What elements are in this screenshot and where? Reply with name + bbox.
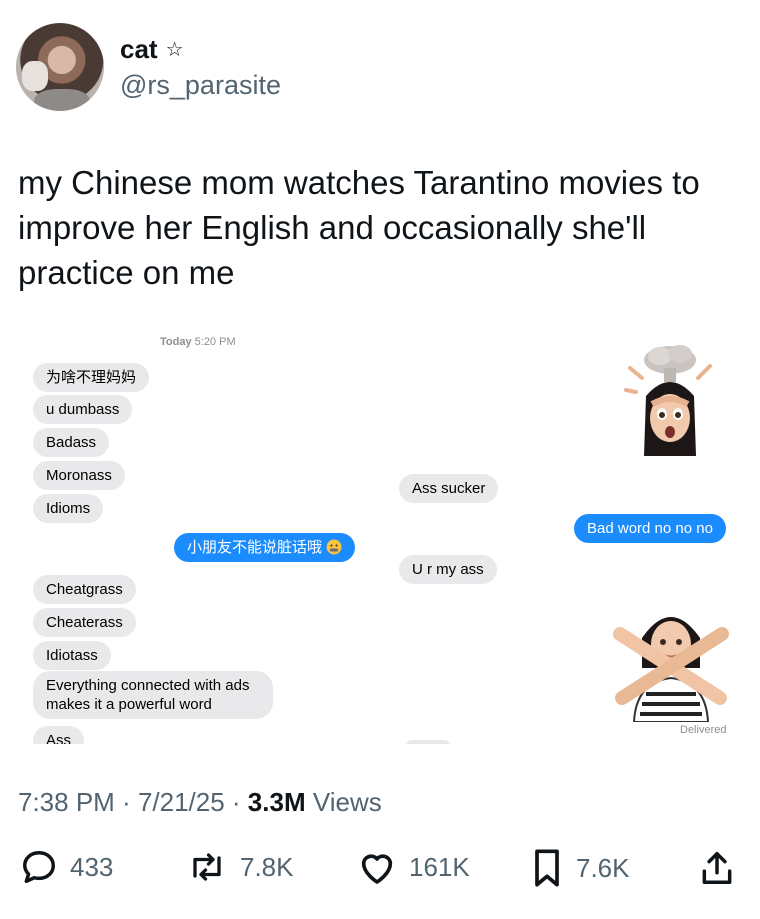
star-outline-icon: ☆ (165, 39, 184, 61)
attached-image[interactable]: Today 5:20 PM 为啥不理妈妈 u dumbass Badass Mo… (16, 326, 744, 744)
tweet-text: my Chinese mom watches Tarantino movies … (18, 164, 700, 291)
bookmark-button[interactable]: 7.6K (530, 848, 630, 888)
message-bubble-outgoing: Bad word no no no (574, 514, 726, 543)
heart-icon (361, 854, 393, 884)
delivered-label: Delivered (680, 724, 727, 736)
bookmark-count: 7.6K (576, 852, 630, 883)
message-bubble: u dumbass (33, 395, 133, 424)
message-bubble: Cheaterass (33, 608, 136, 637)
repost-count: 7.8K (240, 851, 294, 882)
author-name-row: cat ☆ (120, 34, 184, 65)
message-bubble: Ass sucker (399, 474, 499, 503)
message-bubble: Ass (33, 726, 85, 744)
views-count: 3.3M (247, 787, 306, 817)
message-bubble: Moronass (33, 461, 125, 490)
message-bubble: Idiotass (33, 641, 111, 670)
reply-count: 433 (70, 851, 114, 882)
timestamp-time: 5:20 PM (194, 336, 236, 348)
message-bubble: Everything connected with ads makes it a… (33, 671, 273, 719)
message-bubble: Idioms (33, 494, 104, 523)
timestamp-day: Today (160, 336, 192, 348)
like-count: 161K (409, 851, 470, 882)
message-bubble: Badass (33, 428, 110, 457)
action-bar: 433 7.8K 161K 7.6K (0, 848, 760, 896)
message-bubble: Cheatgrass (33, 575, 136, 604)
reply-icon (23, 851, 55, 883)
message-bubble: 为啥不理妈妈 (33, 363, 150, 392)
message-bubble-partial (406, 740, 450, 744)
tweet-time[interactable]: 7:38 PM (18, 787, 115, 817)
message-timestamp: Today 5:20 PM (160, 336, 236, 348)
like-button[interactable]: 161K (357, 848, 470, 886)
share-icon (702, 852, 732, 884)
message-bubble: U r my ass (399, 555, 497, 584)
author-handle[interactable]: @rs_parasite (120, 70, 281, 101)
repost-icon (193, 853, 221, 881)
no-mouth-face-icon (326, 539, 342, 555)
avatar-hand (22, 61, 48, 91)
tweet-meta: 7:38 PM · 7/21/25 · 3.3M Views (18, 787, 382, 817)
reply-button[interactable]: 433 (20, 848, 113, 886)
bookmark-icon (535, 849, 559, 887)
share-button[interactable] (698, 848, 736, 888)
tweet-date[interactable]: 7/21/25 (138, 787, 225, 817)
avatar-shirt (34, 89, 90, 111)
message-bubble-outgoing: 小朋友不能说脏话哦 (174, 533, 356, 562)
avatar[interactable] (16, 23, 104, 111)
crossed-arms-memoji-icon (613, 617, 729, 722)
display-name[interactable]: cat (120, 34, 158, 65)
repost-button[interactable]: 7.8K (186, 848, 294, 886)
views-label: Views (312, 787, 382, 817)
exploding-head-memoji-icon (624, 345, 712, 456)
message-text: 小朋友不能说脏话哦 (187, 539, 323, 556)
